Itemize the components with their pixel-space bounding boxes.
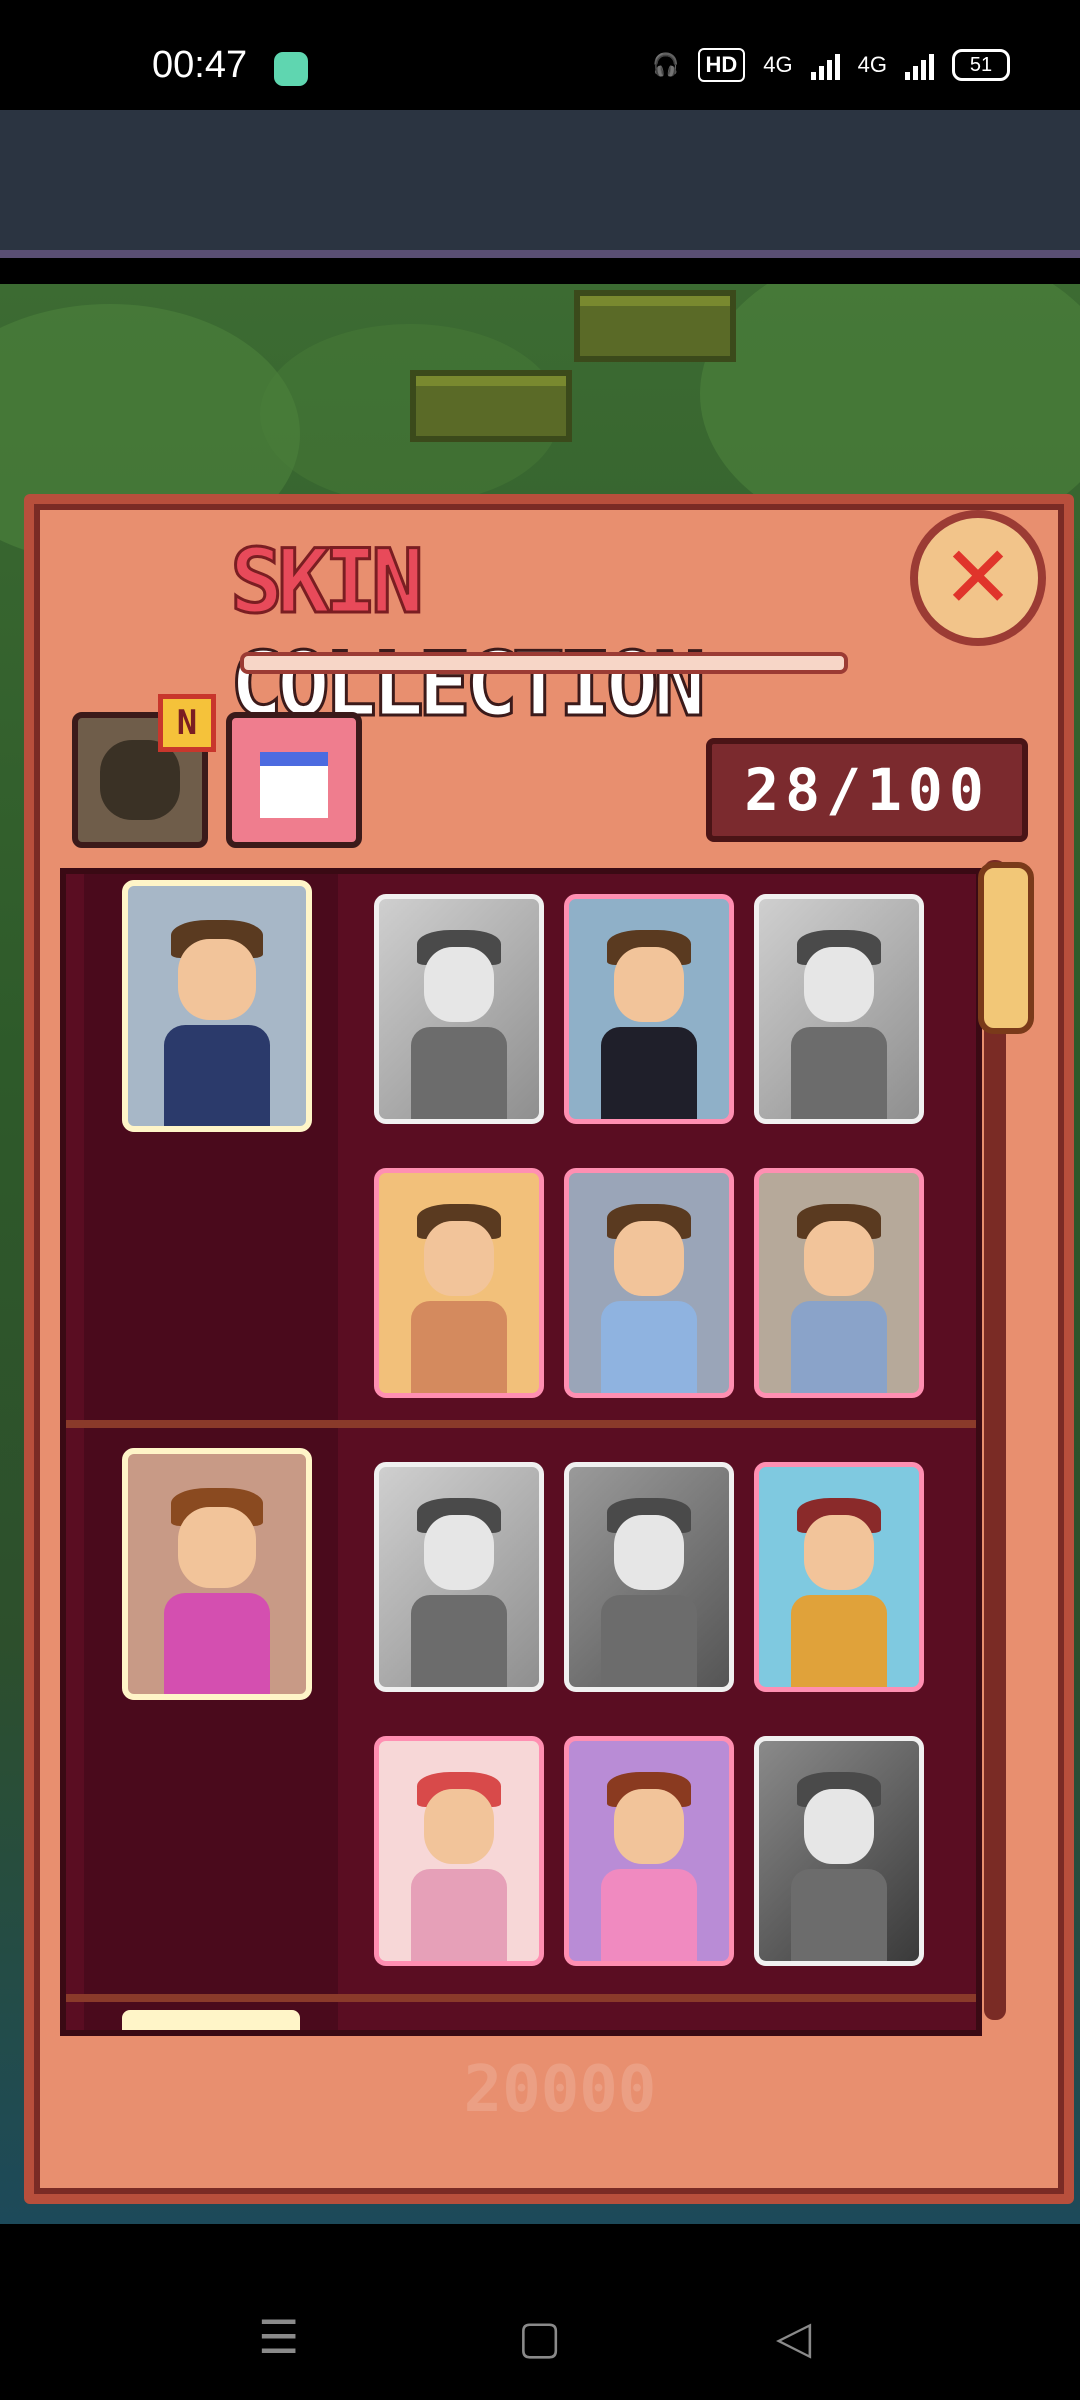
character-face <box>177 1506 257 1589</box>
skin-body <box>411 1026 507 1119</box>
headphones-icon: 🎧 <box>652 52 680 77</box>
skin-face <box>613 1789 685 1865</box>
skin-body <box>601 1026 697 1119</box>
scrollbar-thumb[interactable] <box>978 862 1034 1034</box>
skin-card[interactable] <box>564 1462 734 1692</box>
skin-body <box>601 1300 697 1393</box>
skin-card[interactable] <box>754 894 924 1124</box>
skin-card[interactable] <box>374 1168 544 1398</box>
skin-body <box>411 1300 507 1393</box>
divider <box>0 258 1080 284</box>
new-badge: N <box>158 694 216 752</box>
skin-card[interactable] <box>564 894 734 1124</box>
menu-icon[interactable]: ☰ <box>258 2310 299 2364</box>
scrollbar-track[interactable] <box>984 860 1006 2020</box>
status-icons: 🎧 HD 4G 4G 51 <box>652 48 1010 82</box>
tab-outfit[interactable] <box>226 712 362 848</box>
battery-icon: 51 <box>952 49 1010 81</box>
skin-face <box>423 1789 495 1865</box>
skin-card[interactable] <box>754 1168 924 1398</box>
grass-block <box>410 370 572 442</box>
skin-face <box>803 1221 875 1297</box>
row-separator <box>66 1420 976 1428</box>
hd-icon: HD <box>697 48 746 82</box>
skin-face <box>803 1789 875 1865</box>
close-icon: ✕ <box>941 528 1015 628</box>
grass-block <box>574 290 736 362</box>
skin-face <box>613 947 685 1023</box>
skin-body <box>791 1026 887 1119</box>
skin-card[interactable] <box>754 1736 924 1966</box>
collection-counter: 28/100 <box>706 738 1028 842</box>
skin-list[interactable] <box>60 868 982 2036</box>
skin-face <box>803 947 875 1023</box>
row-separator <box>66 1994 976 2002</box>
character-body <box>163 1025 271 1126</box>
skin-body <box>791 1300 887 1393</box>
character-card-next[interactable] <box>122 2010 300 2030</box>
skin-body <box>411 1594 507 1687</box>
network-label-2: 4G <box>857 52 887 77</box>
shirt-icon <box>260 752 328 818</box>
hair-icon <box>100 740 180 820</box>
skin-card[interactable] <box>564 1168 734 1398</box>
panel-title: SKIN COLLECTION <box>229 529 830 738</box>
skin-body <box>791 1868 887 1961</box>
skin-body <box>601 1594 697 1687</box>
app-notification-icon <box>274 52 308 86</box>
close-button[interactable]: ✕ <box>910 510 1046 646</box>
skin-card[interactable] <box>374 894 544 1124</box>
skin-face <box>803 1515 875 1591</box>
character-card-woman[interactable] <box>122 1448 312 1700</box>
skin-card[interactable] <box>374 1736 544 1966</box>
character-card-man[interactable] <box>122 880 312 1132</box>
skin-body <box>791 1594 887 1687</box>
character-body <box>163 1593 271 1694</box>
signal-icon <box>810 50 840 80</box>
status-bar: 00:47 🎧 HD 4G 4G 51 <box>0 0 1080 110</box>
skin-card[interactable] <box>754 1462 924 1692</box>
skin-card[interactable] <box>564 1736 734 1966</box>
back-icon[interactable]: ◁ <box>776 2310 811 2364</box>
skin-face <box>613 1515 685 1591</box>
home-icon[interactable]: ▢ <box>518 2310 561 2364</box>
skin-card[interactable] <box>374 1462 544 1692</box>
character-face <box>177 938 257 1021</box>
status-time: 00:47 <box>152 44 248 86</box>
network-label-1: 4G <box>763 52 793 77</box>
skin-face <box>423 1515 495 1591</box>
skin-face <box>423 947 495 1023</box>
title-skin: SKIN <box>229 529 426 635</box>
signal-icon-2 <box>905 50 934 80</box>
title-underline <box>240 652 848 674</box>
skin-body <box>601 1868 697 1961</box>
skin-body <box>411 1868 507 1961</box>
faint-price-text: 20000 <box>463 2053 657 2127</box>
app-top-bar <box>0 110 1080 258</box>
skin-face <box>613 1221 685 1297</box>
skin-face <box>423 1221 495 1297</box>
